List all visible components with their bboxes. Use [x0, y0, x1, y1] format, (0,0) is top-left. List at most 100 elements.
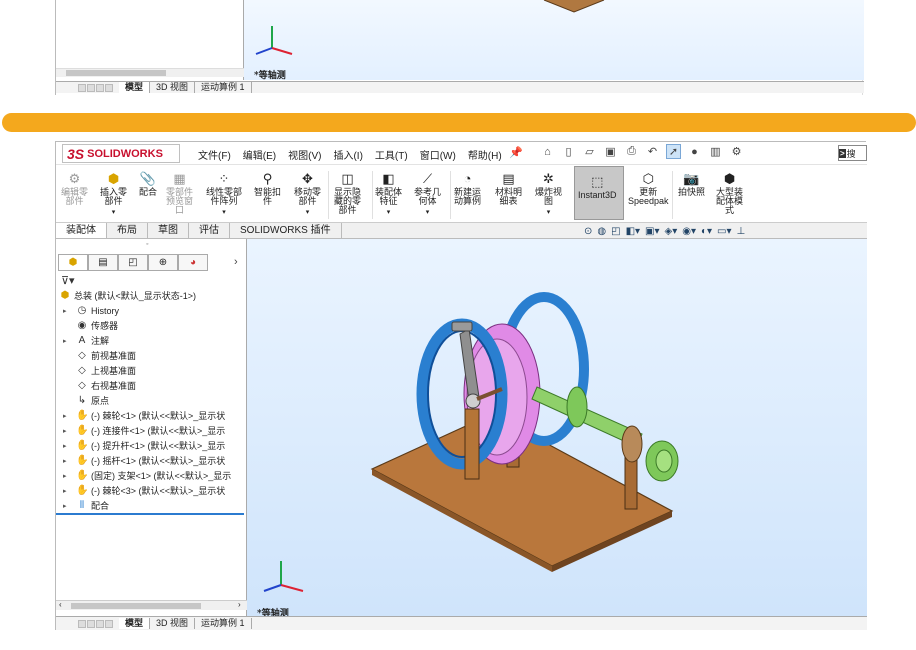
expand-arrow-icon[interactable]: ▸	[63, 334, 67, 349]
property-manager-tab-icon[interactable]: ▤	[88, 254, 118, 271]
expand-arrow-icon[interactable]: ▸	[63, 469, 67, 484]
take-snapshot-button[interactable]: 📷 拍快照	[678, 170, 705, 197]
new-motion-study-button[interactable]: ◔ 新建运 动算例	[454, 170, 481, 206]
tab-model[interactable]: 模型	[119, 82, 151, 93]
menu-view[interactable]: 视图(V)	[288, 147, 321, 162]
tree-item[interactable]: ↳ 原点	[56, 394, 247, 409]
smart-fasteners-button[interactable]: ⚲ 智能扣 件	[254, 170, 281, 206]
menu-insert[interactable]: 插入(I)	[333, 147, 362, 162]
menu-file[interactable]: 文件(F)	[198, 147, 231, 162]
top-graphics-area[interactable]: *等轴测	[244, 0, 864, 81]
reference-geometry-button[interactable]: ⟋ 参考几 何体 ▾	[414, 170, 441, 217]
panel-tabs-more-icon[interactable]: ›	[234, 256, 238, 268]
config-manager-tab-icon[interactable]: ◰	[118, 254, 148, 271]
pin-menu-icon[interactable]: 📌	[509, 146, 523, 159]
tree-item[interactable]: ◇ 上视基准面	[56, 364, 247, 379]
expand-arrow-icon[interactable]: ▸	[63, 439, 67, 454]
tree-item[interactable]: ◇ 前视基准面	[56, 349, 247, 364]
tree-item[interactable]: ▸ ✋ (-) 摇杆<1> (默认<<默认>_显示状	[56, 454, 247, 469]
zoom-area-icon[interactable]: ◍	[597, 226, 606, 237]
tree-item[interactable]: ▸ A 注解	[56, 334, 247, 349]
tree-item[interactable]: ▸ ◷ History	[56, 304, 247, 319]
save-icon[interactable]: ▣	[603, 144, 618, 159]
assembly-features-button[interactable]: ◧ 装配体 特征 ▾	[375, 170, 402, 217]
expand-arrow-icon[interactable]: ▸	[63, 484, 67, 499]
search-box[interactable]: > 搜	[838, 145, 867, 161]
display-style-icon[interactable]: ◈▾	[665, 226, 678, 237]
quick-access-toolbar: ⌂ ▯ ▱ ▣ ⎙ ↶ ➚ ● ▥ ⚙	[540, 144, 744, 159]
edit-component-button[interactable]: ⚙ 编辑零 部件	[61, 170, 88, 206]
solidworks-logo[interactable]: 3S SOLIDWORKS	[62, 144, 180, 163]
tree-item[interactable]: ▸ ✋ (-) 棘轮<3> (默认<<默认>_显示状	[56, 484, 247, 499]
tab-nav-buttons[interactable]	[78, 83, 113, 92]
print-icon[interactable]: ⎙	[624, 144, 639, 159]
feature-tree-tab-icon[interactable]: ⬢	[58, 254, 88, 271]
tab-motion-study[interactable]: 运动算例 1	[195, 618, 252, 629]
move-component-button[interactable]: ✥ 移动零 部件 ▾	[294, 170, 321, 217]
appearance-icon[interactable]: ◐▾	[701, 226, 712, 237]
expand-arrow-icon[interactable]: ▸	[63, 454, 67, 469]
home-icon[interactable]: ⌂	[540, 144, 555, 159]
linear-pattern-button[interactable]: ⁘ 线性零部 件阵列 ▾	[206, 170, 242, 217]
expand-arrow-icon[interactable]: ▸	[63, 409, 67, 424]
dimxpert-tab-icon[interactable]: ⊕	[148, 254, 178, 271]
top-tree-hscroll[interactable]	[56, 68, 244, 77]
section-view-icon[interactable]: ◧▾	[626, 226, 640, 237]
tab-evaluate[interactable]: 评估	[189, 223, 230, 238]
tree-item[interactable]: ▸ ✋ (固定) 支架<1> (默认<<默认>_显示	[56, 469, 247, 484]
rollback-bar[interactable]	[56, 513, 244, 515]
tab-3d-view[interactable]: 3D 视图	[150, 618, 196, 629]
show-hidden-components-button[interactable]: ◫ 显示隐 藏的零 部件	[334, 170, 361, 215]
graphics-area[interactable]: ⊙ ◍ ◰ ◧▾ ▣▾ ◈▾ ◉▾ ◐▾ ▭▾ ⊥ *等轴测	[247, 226, 867, 620]
menu-help[interactable]: 帮助(H)	[468, 147, 502, 162]
new-doc-icon[interactable]: ▯	[561, 144, 576, 159]
expand-arrow-icon[interactable]: ▸	[63, 499, 67, 514]
display-manager-tab-icon[interactable]: ◕	[178, 254, 208, 271]
tab-assembly[interactable]: 装配体	[56, 223, 107, 238]
update-speedpak-button[interactable]: ⬡ 更新 Speedpak	[628, 170, 669, 206]
options-gear-icon[interactable]: ⚙	[729, 144, 744, 159]
tab-addins[interactable]: SOLIDWORKS 插件	[230, 223, 342, 238]
view-settings-icon[interactable]: ▭▾	[717, 226, 731, 237]
instant3d-button[interactable]: ⬚ Instant3D	[578, 173, 617, 200]
menu-edit[interactable]: 编辑(E)	[243, 147, 276, 162]
filter-icon[interactable]: ⊽▾	[61, 274, 75, 287]
tree-item[interactable]: ◉ 传感器	[56, 319, 247, 334]
insert-component-button[interactable]: ⬢ 插入零 部件 ▾	[100, 170, 127, 217]
tree-item[interactable]: ▸ ⫴ 配合	[56, 499, 247, 514]
tab-sketch[interactable]: 草图	[148, 223, 189, 238]
tab-model[interactable]: 模型	[119, 618, 151, 629]
tab-motion-study[interactable]: 运动算例 1	[195, 82, 252, 93]
select-arrow-icon[interactable]: ➚	[666, 144, 681, 159]
tree-item[interactable]: ◇ 右视基准面	[56, 379, 247, 394]
hide-show-icon[interactable]: ◉▾	[682, 226, 696, 237]
open-icon[interactable]: ▱	[582, 144, 597, 159]
collapse-handle-icon[interactable]: ◦	[146, 241, 148, 248]
component-preview-button[interactable]: ▦ 零部件 预览窗 口	[166, 170, 193, 215]
tree-item[interactable]: ▸ ✋ (-) 连接件<1> (默认<<默认>_显示	[56, 424, 247, 439]
mates-icon: ⫴	[79, 500, 85, 511]
menu-tools[interactable]: 工具(T)	[375, 147, 408, 162]
expand-arrow-icon[interactable]: ▸	[63, 424, 67, 439]
mate-button[interactable]: 📎 配合	[139, 170, 157, 197]
view-orientation-icon[interactable]: ▣▾	[645, 226, 659, 237]
undo-icon[interactable]: ↶	[645, 144, 660, 159]
tab-nav-buttons[interactable]	[78, 619, 113, 628]
main-menu: 文件(F) 编辑(E) 视图(V) 插入(I) 工具(T) 窗口(W) 帮助(H…	[198, 147, 502, 162]
bom-button[interactable]: ▤ 材料明 细表	[495, 170, 522, 206]
expand-arrow-icon[interactable]: ▸	[63, 304, 67, 319]
large-assembly-mode-button[interactable]: ⬢ 大型装 配体模 式	[716, 170, 743, 215]
apply-scene-icon[interactable]: ⊥	[737, 226, 746, 237]
tree-item[interactable]: ▸ ✋ (-) 提升杆<1> (默认<<默认>_显示	[56, 439, 247, 454]
tree-hscroll[interactable]: ‹ ›	[56, 600, 247, 610]
menu-window[interactable]: 窗口(W)	[420, 147, 456, 162]
rebuild-icon[interactable]: ▥	[708, 144, 723, 159]
tab-3d-view[interactable]: 3D 视图	[150, 82, 196, 93]
previous-view-icon[interactable]: ◰	[611, 226, 620, 237]
tree-item[interactable]: ⬢ 总装 (默认<默认_显示状态-1>)	[56, 289, 247, 304]
tab-layout[interactable]: 布局	[107, 223, 148, 238]
traffic-light-icon[interactable]: ●	[687, 144, 702, 159]
exploded-view-button[interactable]: ✲ 爆炸视 图 ▾	[535, 170, 562, 217]
zoom-fit-icon[interactable]: ⊙	[584, 226, 592, 237]
tree-item[interactable]: ▸ ✋ (-) 棘轮<1> (默认<<默认>_显示状	[56, 409, 247, 424]
